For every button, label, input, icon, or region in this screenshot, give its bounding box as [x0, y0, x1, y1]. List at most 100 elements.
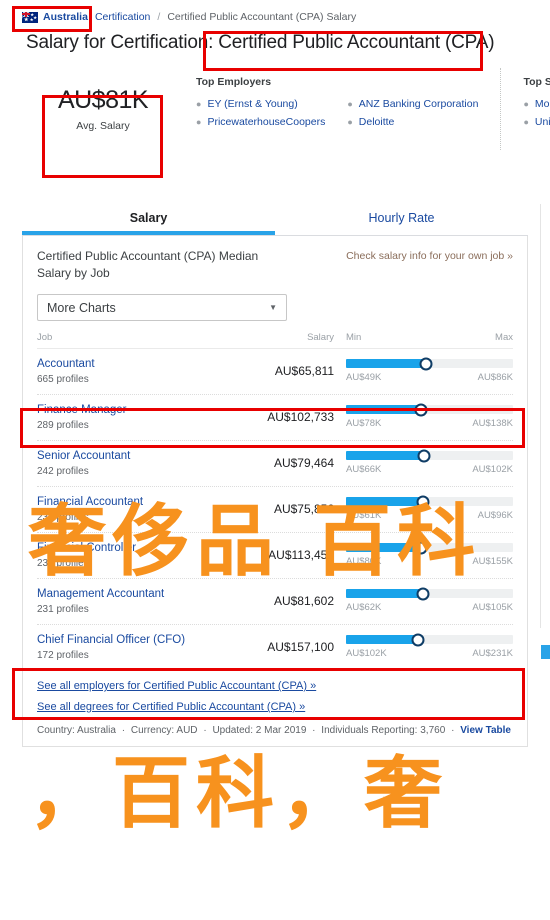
cell-job: Finance Manager 289 profiles	[37, 403, 222, 431]
job-title-link[interactable]: Management Accountant	[37, 587, 222, 602]
table-row[interactable]: Financial Controller 235 profiles AU$113,4…	[37, 533, 513, 579]
breadcrumb: ★ ★ ★ ★ Australia Certification / Certif…	[0, 0, 550, 23]
salary-range-labels: AU$102K AU$231K	[346, 648, 513, 659]
salary-card: Salary Hourly Rate Certified Public Acco…	[22, 200, 528, 747]
table-row[interactable]: Finance Manager 289 profiles AU$102,733 AU$…	[37, 395, 513, 441]
salary-max-label: AU$105K	[472, 602, 513, 613]
table-row[interactable]: Management Accountant 231 profiles AU$81,6…	[37, 579, 513, 625]
watermark-line-2: ，百科，奢	[28, 749, 449, 839]
breadcrumb-country[interactable]: ★ ★ ★ ★ Australia	[22, 11, 88, 23]
salary-range-labels: AU$80K AU$155K	[346, 556, 513, 567]
salary-range-fill	[346, 543, 422, 552]
salary-range-labels: AU$61K AU$96K	[346, 510, 513, 521]
cell-median-salary: AU$65,811	[274, 364, 334, 378]
cell-job: Financial Accountant 236 profiles	[37, 495, 222, 523]
job-profile-count: 231 profiles	[37, 604, 89, 615]
cell-job: Financial Controller 235 profiles	[37, 541, 222, 569]
list-item[interactable]: ● Deloitte	[347, 113, 478, 131]
chevron-down-icon: ▼	[269, 303, 277, 312]
table-row[interactable]: Senior Accountant 242 profiles AU$79,464 AU…	[37, 441, 513, 487]
table-row[interactable]: Financial Accountant 236 profiles AU$75,85…	[37, 487, 513, 533]
salary-min-label: AU$102K	[346, 648, 387, 659]
meta-dot-icon: ·	[203, 725, 207, 736]
job-title-link[interactable]: Chief Financial Officer (CFO)	[37, 633, 222, 648]
median-marker-knob	[411, 633, 425, 646]
salary-max-label: AU$231K	[472, 648, 513, 659]
right-edge-accent-sliver	[541, 645, 550, 659]
tab-hourly-rate[interactable]: Hourly Rate	[275, 200, 528, 235]
median-marker-knob	[417, 449, 431, 462]
tab-salary[interactable]: Salary	[22, 200, 275, 235]
bullet-icon: ●	[523, 99, 529, 109]
see-all-degrees-link[interactable]: See all degrees for Certified Public Acc…	[37, 701, 513, 713]
salary-min-label: AU$66K	[346, 464, 382, 475]
breadcrumb-current: Certified Public Accountant (CPA) Salary	[167, 11, 357, 23]
job-profile-count: 242 profiles	[37, 466, 89, 477]
cell-median-salary: AU$102,733	[267, 410, 334, 424]
job-title-link[interactable]: Financial Accountant	[37, 495, 222, 510]
salary-max-label: AU$96K	[477, 510, 513, 521]
bullet-icon: ●	[523, 117, 529, 127]
salary-range-track	[346, 495, 513, 508]
table-row[interactable]: Chief Financial Officer (CFO) 172 profile…	[37, 625, 513, 671]
breadcrumb-country-label: Australia	[43, 11, 88, 23]
salary-max-label: AU$155K	[472, 556, 513, 567]
salary-range-track	[346, 587, 513, 600]
salary-range-fill	[346, 589, 423, 598]
employer-label: ANZ Banking Corporation	[358, 98, 479, 110]
median-marker-knob	[414, 403, 428, 416]
list-item[interactable]: ● ANZ Banking Corporation	[347, 95, 478, 113]
salary-range-track	[346, 541, 513, 554]
cell-salary-range: AU$80K AU$155K	[346, 541, 513, 567]
breadcrumb-section[interactable]: Certification	[95, 11, 150, 23]
median-marker-knob	[414, 541, 428, 554]
top-employers-list-two: ● ANZ Banking Corporation ● Deloitte	[325, 95, 478, 131]
list-item[interactable]: ● EY (Ernst & Young)	[196, 95, 325, 113]
top-employers-section: Top Employers ● EY (Ernst & Young) ● Price…	[166, 68, 478, 150]
job-profile-count: 236 profiles	[37, 512, 89, 523]
more-charts-select[interactable]: More Charts ▼	[37, 294, 287, 321]
cell-median-salary: AU$113,452	[268, 548, 334, 562]
card-body: Certified Public Accountant (CPA) Median…	[22, 236, 528, 747]
chart-header: Certified Public Accountant (CPA) Median…	[37, 248, 513, 282]
bullet-icon: ●	[347, 99, 353, 109]
table-header-row: Job Salary Min Max	[37, 332, 513, 349]
job-profile-count: 172 profiles	[37, 650, 89, 661]
bullet-icon: ●	[196, 99, 202, 109]
job-title-link[interactable]: Accountant	[37, 357, 222, 372]
job-title-link[interactable]: Finance Manager	[37, 403, 222, 418]
avg-salary-card: AU$81K Avg. Salary	[40, 68, 166, 150]
salary-min-label: AU$80K	[346, 556, 382, 567]
column-header-salary: Salary	[307, 332, 334, 343]
job-title-link[interactable]: Senior Accountant	[37, 449, 222, 464]
list-item[interactable]: ● Monash University	[523, 95, 550, 113]
check-salary-link[interactable]: Check salary info for your own job »	[346, 248, 513, 262]
salary-range-fill	[346, 451, 425, 460]
salary-range-fill	[346, 359, 427, 368]
list-item[interactable]: ● PricewaterhouseCoopers	[196, 113, 325, 131]
cell-salary-range: AU$62K AU$105K	[346, 587, 513, 613]
job-profile-count: 665 profiles	[37, 374, 89, 385]
avg-salary-label: Avg. Salary	[76, 120, 130, 132]
cell-median-salary: AU$157,100	[267, 640, 334, 654]
job-title-link[interactable]: Financial Controller	[37, 541, 222, 556]
salary-range-labels: AU$66K AU$102K	[346, 464, 513, 475]
avg-salary-value: AU$81K	[57, 86, 149, 114]
see-all-employers-link[interactable]: See all employers for Certified Public A…	[37, 680, 513, 692]
salary-min-label: AU$78K	[346, 418, 382, 429]
job-profile-count: 289 profiles	[37, 420, 89, 431]
employer-label: EY (Ernst & Young)	[207, 98, 298, 110]
column-header-max: Max	[495, 332, 513, 343]
list-item[interactable]: ● University of Melbourne	[523, 113, 550, 131]
meta-individuals: Individuals Reporting: 3,760	[321, 725, 446, 736]
summary-band: AU$81K Avg. Salary Top Employers ● EY (Er…	[0, 68, 550, 150]
table-row[interactable]: Accountant 665 profiles AU$65,811 AU$49K AU$…	[37, 349, 513, 395]
median-marker-knob	[416, 587, 430, 600]
meta-currency: Currency: AUD	[130, 725, 198, 736]
salary-range-labels: AU$49K AU$86K	[346, 372, 513, 383]
median-marker-knob	[416, 495, 430, 508]
salary-range-fill	[346, 405, 422, 414]
cell-job: Accountant 665 profiles	[37, 357, 222, 385]
cell-salary-range: AU$78K AU$138K	[346, 403, 513, 429]
view-table-link[interactable]: View Table	[460, 725, 511, 736]
